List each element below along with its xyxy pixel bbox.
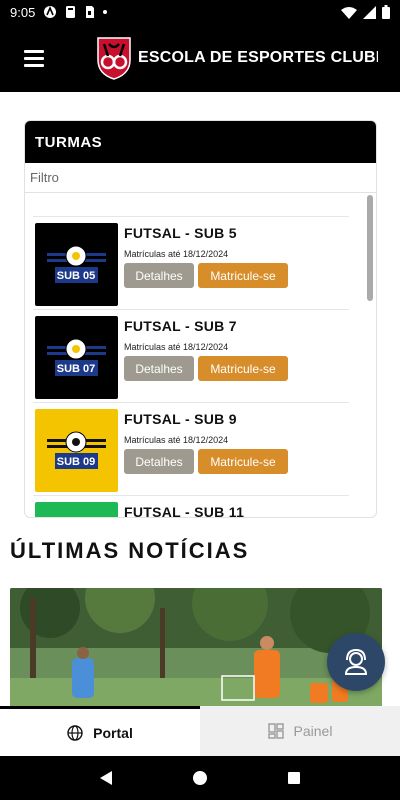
hamburger-line <box>24 56 44 60</box>
class-title: FUTSAL - SUB 7 <box>124 318 237 334</box>
classes-card: TURMAS Filtro SUB 05 FUTSAL - SUB 5 Matr… <box>24 120 377 518</box>
class-title: FUTSAL - SUB 11 <box>124 504 245 518</box>
support-button[interactable] <box>327 633 385 691</box>
hamburger-line <box>24 63 44 67</box>
class-item-sub11[interactable]: FUTSAL - SUB 11 <box>33 495 349 518</box>
club-logo <box>97 37 131 80</box>
menu-button[interactable] <box>24 36 68 80</box>
tab-portal[interactable]: Portal <box>0 706 200 756</box>
bottom-navigation: Portal Painel <box>0 706 400 756</box>
dashboard-icon <box>267 723 284 739</box>
deadline-prefix: Matrículas até <box>124 342 181 352</box>
tab-portal-label: Portal <box>93 724 133 741</box>
tab-panel-label: Painel <box>293 723 333 739</box>
details-button[interactable]: Detalhes <box>124 356 194 381</box>
enroll-button[interactable]: Matricule-se <box>198 356 288 381</box>
thumb-label: SUB 07 <box>57 363 96 375</box>
classes-list[interactable]: SUB 05 FUTSAL - SUB 5 Matrículas até 18/… <box>25 194 365 518</box>
news-image[interactable] <box>10 588 382 708</box>
home-icon[interactable] <box>192 770 208 786</box>
recents-icon[interactable] <box>287 771 301 785</box>
wifi-icon <box>341 6 357 19</box>
class-thumbnail-sub7: SUB 07 <box>35 316 118 399</box>
support-agent-icon <box>344 648 368 675</box>
thumb-label: SUB 09 <box>57 456 96 468</box>
class-item-sub9[interactable]: SUB 09 FUTSAL - SUB 9 Matrículas até 18/… <box>33 402 349 494</box>
enrollment-deadline: Matrículas até 18/12/2024 <box>124 342 228 352</box>
thumb-label: SUB 05 <box>57 270 96 282</box>
status-bar: 9:05 <box>0 0 400 24</box>
signal-icon <box>363 5 376 19</box>
enroll-button[interactable]: Matricule-se <box>198 263 288 288</box>
filter-input[interactable]: Filtro <box>25 163 376 193</box>
deadline-prefix: Matrículas até <box>124 249 181 259</box>
battery-icon <box>382 5 390 19</box>
news-heading: ÚLTIMAS NOTÍCIAS <box>10 538 250 563</box>
class-item-sub7[interactable]: SUB 07 FUTSAL - SUB 7 Matrículas até 18/… <box>33 309 349 401</box>
class-item-sub5[interactable]: SUB 05 FUTSAL - SUB 5 Matrículas até 18/… <box>33 216 349 308</box>
system-navigation <box>0 756 400 800</box>
class-title: FUTSAL - SUB 9 <box>124 411 237 427</box>
status-time: 9:05 <box>10 4 36 20</box>
details-button[interactable]: Detalhes <box>124 449 194 474</box>
enroll-button[interactable]: Matricule-se <box>198 449 288 474</box>
app-title: ESCOLA DE ESPORTES CLUBE… <box>138 49 378 66</box>
storage-icon <box>66 6 76 18</box>
enrollment-deadline: Matrículas até 18/12/2024 <box>124 249 228 259</box>
class-title: FUTSAL - SUB 5 <box>124 225 237 241</box>
deadline-date: 18/12/2024 <box>183 435 229 445</box>
class-thumbnail-sub5: SUB 05 <box>35 223 118 306</box>
back-icon[interactable] <box>99 770 113 786</box>
tab-panel[interactable]: Painel <box>200 706 400 756</box>
details-button[interactable]: Detalhes <box>124 263 194 288</box>
notification-icon <box>44 5 57 18</box>
classes-header: TURMAS <box>25 121 376 163</box>
class-thumbnail-sub9: SUB 09 <box>35 409 118 492</box>
enrollment-deadline: Matrículas até 18/12/2024 <box>124 435 228 445</box>
deadline-date: 18/12/2024 <box>183 249 229 259</box>
deadline-date: 18/12/2024 <box>183 342 229 352</box>
class-thumbnail-sub11 <box>35 502 118 517</box>
deadline-prefix: Matrículas até <box>124 435 181 445</box>
app-bar: ESCOLA DE ESPORTES CLUBE… <box>0 24 400 92</box>
list-scrollbar[interactable] <box>367 195 373 301</box>
globe-icon <box>67 724 83 741</box>
hamburger-icon <box>24 49 44 53</box>
dot-icon <box>103 10 108 14</box>
sd-card-icon <box>86 6 95 18</box>
